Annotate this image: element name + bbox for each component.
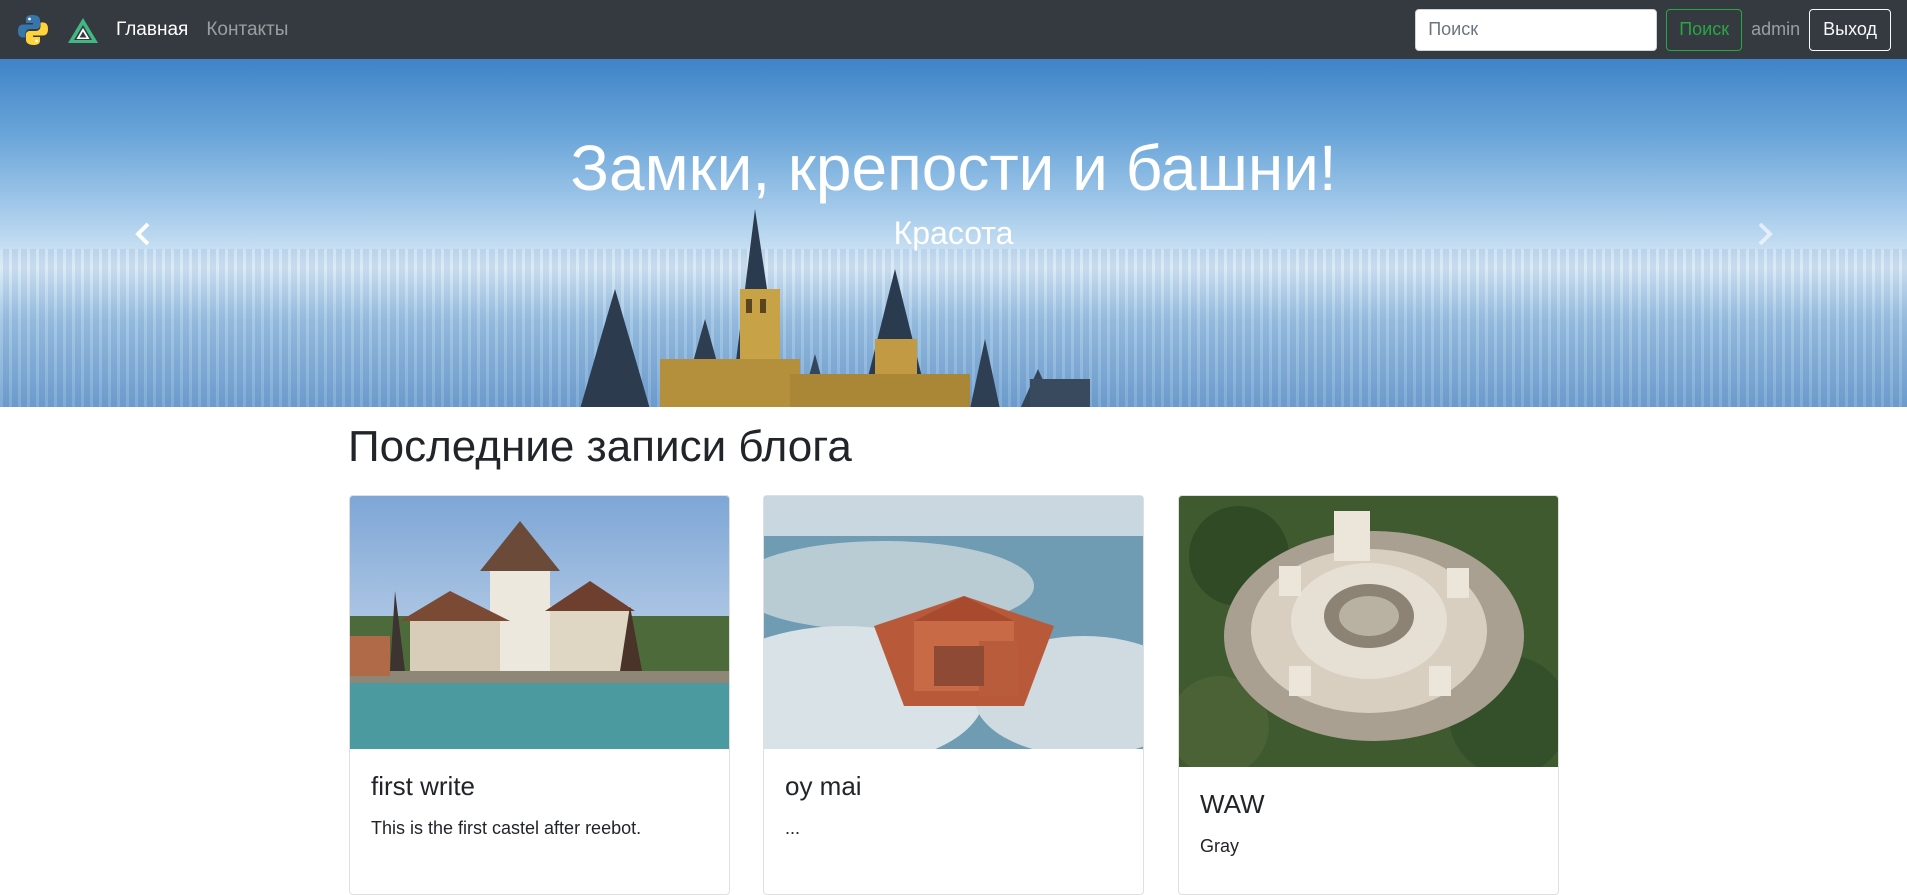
post-excerpt: This is the first castel after reebot. xyxy=(371,818,642,838)
post-title[interactable]: first write xyxy=(371,771,708,802)
carousel-next-button[interactable] xyxy=(1750,219,1780,249)
card-body: first write This is the first castel aft… xyxy=(350,749,729,861)
top-navbar: Главная Контакты Поиск admin Выход xyxy=(0,0,1907,59)
post-title[interactable]: oy mai xyxy=(785,771,1122,802)
python-logo-icon[interactable] xyxy=(16,13,50,47)
post-excerpt: ... xyxy=(785,818,801,838)
chevron-right-icon xyxy=(1758,222,1773,246)
post-thumbnail[interactable] xyxy=(350,496,729,749)
hero-carousel: Замки, крепости и башни! Красота xyxy=(0,59,1907,407)
blog-post-card[interactable]: first write This is the first castel aft… xyxy=(349,495,730,895)
blog-post-card[interactable]: oy mai ... xyxy=(763,495,1144,895)
vue-logo-icon[interactable] xyxy=(66,13,100,47)
blog-heading: Последние записи блога xyxy=(348,422,852,471)
logout-button[interactable]: Выход xyxy=(1809,8,1891,51)
chevron-left-icon xyxy=(135,222,150,246)
post-title[interactable]: WAW xyxy=(1200,789,1537,820)
post-thumbnail[interactable] xyxy=(764,496,1143,749)
nav-link-contacts[interactable]: Контакты xyxy=(206,19,288,41)
username-label[interactable]: admin xyxy=(1751,19,1800,40)
card-body: WAW Gray xyxy=(1179,767,1558,879)
hero-title: Замки, крепости и башни! xyxy=(570,132,1337,204)
nav-link-home[interactable]: Главная xyxy=(116,19,188,41)
search-input[interactable] xyxy=(1415,8,1658,51)
navbar-right-group: Поиск admin Выход xyxy=(1415,8,1891,51)
card-body: oy mai ... xyxy=(764,749,1143,861)
post-excerpt: Gray xyxy=(1200,836,1240,856)
hero-subtitle: Красота xyxy=(893,215,1014,251)
blog-post-card[interactable]: WAW Gray xyxy=(1178,495,1559,895)
carousel-prev-button[interactable] xyxy=(128,219,158,249)
search-button[interactable]: Поиск xyxy=(1666,8,1743,51)
post-thumbnail[interactable] xyxy=(1179,496,1558,767)
